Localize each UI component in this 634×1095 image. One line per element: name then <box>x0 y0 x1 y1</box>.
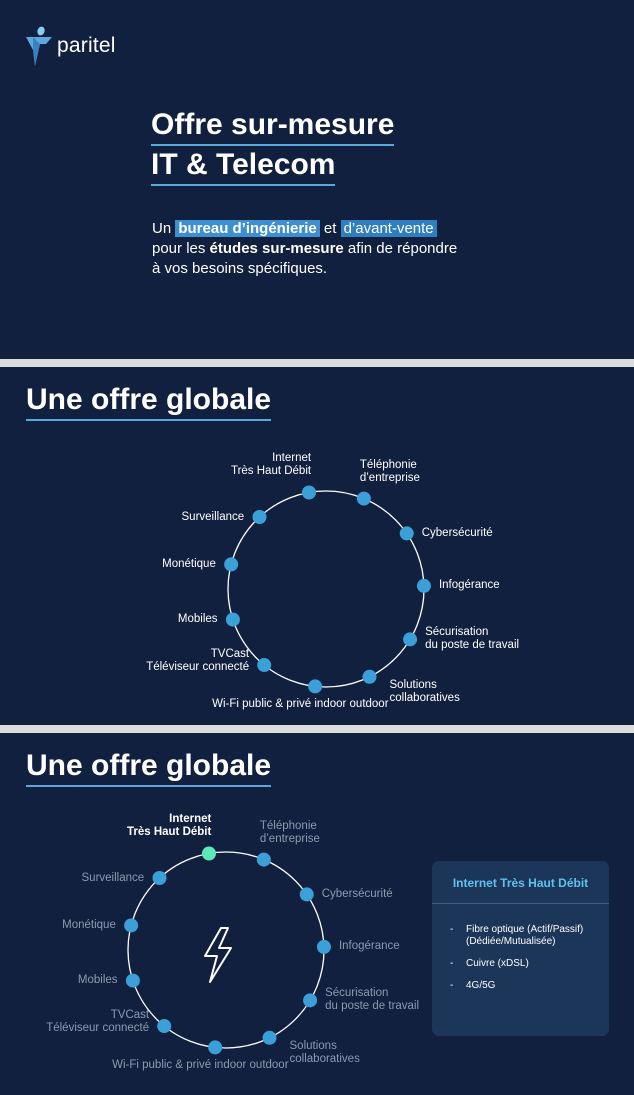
offer-circle-diagram: Internet Très Haut Débit Téléphonie d’entre… <box>0 367 634 725</box>
label-telephonie: Téléphonie d’entreprise <box>359 458 420 484</box>
highlight-avant-vente: d’avant-vente <box>340 220 437 237</box>
circle-svg <box>224 485 431 694</box>
node-cybersecurite[interactable] <box>399 526 414 541</box>
offer-detail-card: Internet Très Haut Débit Fibre optique (… <box>432 861 609 1036</box>
highlight-bureau: bureau d’ingénierie <box>175 220 320 237</box>
node-surveillance[interactable] <box>152 871 167 886</box>
hero-title-line2: IT & Telecom <box>151 146 336 186</box>
lightning-icon <box>204 927 232 983</box>
hero-text-part: Un <box>152 220 176 237</box>
label-securisation: Sécurisation du poste de travail <box>325 987 420 1013</box>
label-internet: Internet Très Haut Débit <box>230 452 312 478</box>
label-infogerance: Infogérance <box>438 579 500 592</box>
card-title: Internet Très Haut Débit <box>452 876 589 890</box>
brand-name: paritel <box>57 34 116 57</box>
slide-hero: paritel Offre sur-mesure IT & Telecom Un… <box>0 0 634 359</box>
label-surveillance: Surveillance <box>81 871 145 884</box>
label-mobiles: Mobiles <box>177 613 218 626</box>
label-monetique: Monétique <box>62 918 116 931</box>
paritel-logo-icon <box>26 26 52 66</box>
label-solutions: Solutions collaboratives <box>389 678 460 704</box>
hero-title-line1: Offre sur-mesure <box>151 106 395 146</box>
label-solutions: Solutions collaboratives <box>289 1039 360 1065</box>
node-telephonie[interactable] <box>256 852 271 867</box>
card-divider <box>432 903 609 904</box>
node-solutions[interactable] <box>362 669 377 684</box>
node-tvcast[interactable] <box>157 1019 172 1034</box>
hero-text-part: afin de répondre <box>343 240 458 257</box>
node-telephonie[interactable] <box>356 491 371 506</box>
hero-text-part: et <box>319 220 341 237</box>
label-cybersecurite: Cybersécurité <box>421 526 493 539</box>
label-securisation: Sécurisation du poste de travail <box>425 626 520 652</box>
node-infogerance[interactable] <box>416 578 431 593</box>
label-surveillance: Surveillance <box>181 510 245 523</box>
label-telephonie: Téléphonie d’entreprise <box>259 819 320 845</box>
node-securisation[interactable] <box>303 993 318 1008</box>
node-tvcast[interactable] <box>257 658 272 673</box>
hero-text-part: pour les <box>152 240 210 257</box>
node-mobiles[interactable] <box>225 612 240 627</box>
slide-offer-overview: Une offre globale Internet Très Haut Débi… <box>0 367 634 725</box>
node-solutions[interactable] <box>262 1030 277 1045</box>
card-list: Fibre optique (Actif/Passif)(Dédiée/Mutu… <box>450 924 610 1002</box>
label-internet: Internet Très Haut Débit <box>126 813 212 839</box>
label-infogerance: Infogérance <box>338 940 400 953</box>
slide-offer-detail: Une offre globale Internet Très Haut Débi… <box>0 733 634 1095</box>
label-cybersecurite: Cybersécurité <box>321 887 393 900</box>
node-internet[interactable] <box>301 485 316 500</box>
label-tvcast: TVCast Téléviseur connecté <box>46 1009 150 1035</box>
label-wifi: Wi-Fi public & privé indoor outdoor <box>212 698 389 711</box>
node-wifi[interactable] <box>208 1040 223 1055</box>
node-wifi[interactable] <box>308 679 323 694</box>
node-mobiles[interactable] <box>125 973 140 988</box>
node-cybersecurite[interactable] <box>299 887 314 902</box>
card-list-item: 4G/5G <box>450 980 610 992</box>
node-securisation[interactable] <box>403 632 418 647</box>
card-list-item: Fibre optique (Actif/Passif)(Dédiée/Mutu… <box>450 924 610 948</box>
node-monetique[interactable] <box>224 557 239 572</box>
hero-description: Un bureau d’ingénierie et d’avant-vente … <box>152 219 512 279</box>
bold-etudes: études sur-mesure <box>209 240 344 257</box>
label-monetique: Monétique <box>162 557 216 570</box>
node-surveillance[interactable] <box>252 510 267 525</box>
paritel-logo: paritel <box>24 26 134 68</box>
node-infogerance[interactable] <box>316 939 331 954</box>
card-list-item: Cuivre (xDSL) <box>450 958 610 970</box>
hero-title: Offre sur-mesure IT & Telecom <box>151 106 395 186</box>
node-internet[interactable] <box>201 846 216 861</box>
label-mobiles: Mobiles <box>77 974 118 987</box>
hero-text-part: à vos besoins spécifiques. <box>152 260 328 277</box>
node-monetique[interactable] <box>124 918 139 933</box>
label-wifi: Wi-Fi public & privé indoor outdoor <box>112 1059 289 1072</box>
label-tvcast: TVCast Téléviseur connecté <box>146 648 250 674</box>
